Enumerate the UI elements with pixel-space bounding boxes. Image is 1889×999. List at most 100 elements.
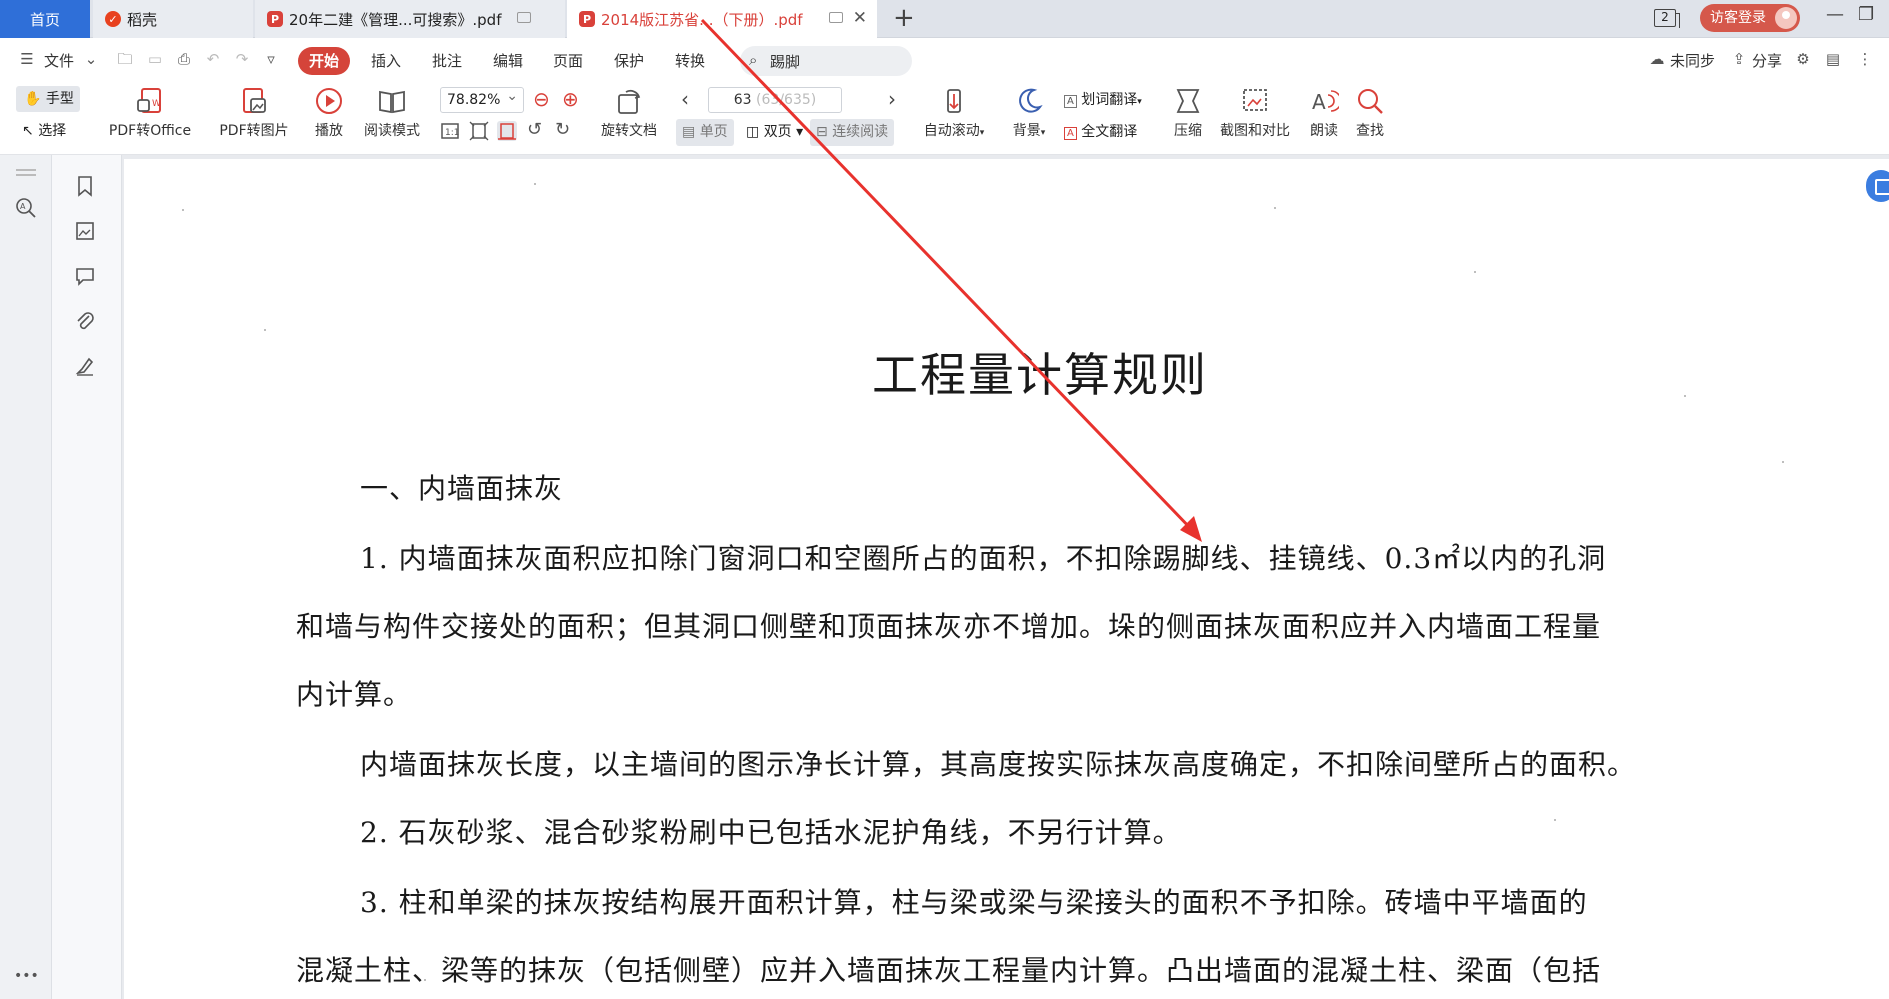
floating-assistant-button[interactable] [1866, 170, 1889, 202]
drag-handle[interactable] [16, 169, 36, 171]
word-translate-button[interactable]: A 划词翻译▾ [1064, 89, 1142, 109]
fit-page-icon[interactable] [469, 121, 489, 141]
search-document-icon[interactable]: A [15, 197, 37, 219]
svg-text:A: A [1312, 90, 1326, 114]
full-translate-icon: A [1064, 127, 1077, 140]
double-page-button[interactable]: ◫ 双页 ▾ [740, 119, 809, 146]
save-icon[interactable]: ▭ [146, 51, 164, 67]
play-label: 播放 [315, 123, 343, 139]
sync-status[interactable]: 未同步 [1670, 50, 1715, 71]
menu-protect[interactable]: 保护 [614, 50, 644, 71]
svg-text:1:1: 1:1 [445, 128, 459, 138]
doc-text-line: 内计算。 [296, 678, 413, 711]
hamburger-icon[interactable]: ☰ [18, 51, 36, 67]
pdf-to-office-button[interactable]: W PDF转Office [104, 86, 196, 140]
menu-file[interactable]: 文件 [44, 50, 74, 71]
auto-scroll-button[interactable]: 自动滚动▾ [918, 86, 990, 140]
read-mode-button[interactable]: 阅读模式 [360, 86, 424, 140]
auto-scroll-icon [947, 89, 961, 113]
play-button[interactable]: 播放 [309, 86, 349, 140]
screen-icon[interactable] [829, 12, 843, 23]
page-number-input[interactable]: 63 (63/635) [708, 87, 842, 113]
previous-page-icon[interactable]: ‹ [681, 87, 689, 111]
new-tab-plus-icon[interactable]: + [893, 4, 915, 32]
book-icon [379, 90, 405, 114]
select-label: 选择 [38, 123, 67, 139]
attachment-icon[interactable] [74, 310, 96, 332]
window-count-badge[interactable]: 2 [1654, 9, 1680, 28]
menu-convert[interactable]: 转换 [675, 50, 705, 71]
redo-icon[interactable]: ↷ [233, 51, 251, 67]
search-box[interactable]: ⌕ [740, 46, 912, 76]
page-current: 63 [733, 92, 752, 108]
chevron-down-icon[interactable]: ⌄ [82, 51, 100, 67]
open-folder-icon[interactable]: 🗀 [116, 51, 134, 67]
tab-pdf-document-1[interactable]: P 20年二建《管理...可搜索》.pdf [255, 0, 565, 38]
cloud-sync-icon[interactable]: ☁ [1648, 51, 1666, 67]
document-viewport[interactable]: 工程量计算规则 一、内墙面抹灰 1. 内墙面抹灰面积应扣除门窗洞口和空圈所占的面… [122, 155, 1889, 999]
background-label: 背景 [1012, 123, 1041, 139]
doc-text-line: 混凝土柱、梁等的抹灰（包括侧壁）应并入墙面抹灰工程量内计算。凸出墙面的混凝土柱、… [296, 954, 1602, 987]
tab-docer-label: 稻壳 [127, 10, 158, 29]
restore-icon[interactable]: ❐ [1858, 4, 1874, 25]
annotation-icon[interactable] [74, 265, 96, 287]
bookmark-icon[interactable] [74, 175, 96, 197]
zoom-out-icon[interactable]: ⊖ [533, 87, 550, 111]
continuous-reading-button[interactable]: ⊟ 连续阅读 [810, 119, 895, 146]
page-total: (63/635) [756, 92, 817, 108]
undo-icon[interactable]: ↶ [204, 51, 222, 67]
doc-text-line: 2. 石灰砂浆、混合砂浆粉刷中已包括水泥护角线，不另行计算。 [360, 816, 1182, 849]
background-button[interactable]: 背景▾ [1008, 86, 1050, 140]
actual-size-icon[interactable]: 1:1 [440, 121, 460, 141]
share-icon[interactable]: ⇪ [1730, 51, 1748, 67]
close-icon[interactable]: ✕ [853, 8, 867, 28]
find-button[interactable]: 查找 [1352, 86, 1388, 140]
pdf-to-office-label: PDF转Office [108, 123, 192, 139]
signature-icon[interactable] [74, 355, 96, 377]
read-aloud-icon: A [1312, 90, 1339, 114]
zoom-in-icon[interactable]: ⊕ [562, 87, 579, 111]
rotate-right-icon[interactable]: ↻ [555, 119, 570, 140]
tab-home[interactable]: 首页 [0, 0, 90, 38]
fit-width-icon[interactable] [497, 121, 517, 141]
read-aloud-button[interactable]: A 朗读 [1306, 86, 1342, 140]
single-page-label: 单页 [699, 124, 728, 140]
tab-home-label: 首页 [29, 10, 60, 29]
tab-docer[interactable]: ✓ 稻壳 [93, 0, 253, 38]
screen-icon[interactable] [517, 12, 531, 23]
menu-insert[interactable]: 插入 [371, 50, 401, 71]
settings-gear-icon[interactable]: ⚙ [1794, 51, 1812, 67]
more-vertical-icon[interactable]: ⋮ [1856, 51, 1874, 67]
menu-start[interactable]: 开始 [298, 47, 350, 75]
screenshot-compare-button[interactable]: 截图和对比 [1216, 86, 1294, 140]
guest-login-button[interactable]: 访客登录 [1700, 4, 1800, 32]
pdf-to-image-button[interactable]: PDF转图片 [216, 86, 292, 140]
tab-pdf2-label: 2014版江苏省...（下册）.pdf [601, 10, 803, 29]
next-page-icon[interactable]: › [888, 87, 896, 111]
thumbnail-icon[interactable] [74, 220, 96, 242]
guest-login-label: 访客登录 [1710, 10, 1766, 26]
comment-icon[interactable]: ▤ [1824, 51, 1842, 67]
compress-button[interactable]: 压缩 [1168, 86, 1208, 140]
left-panel-icons [52, 155, 122, 999]
minimize-icon[interactable]: — [1826, 4, 1844, 25]
single-page-button[interactable]: ▤ 单页 [676, 119, 734, 146]
svg-text:W: W [152, 99, 161, 109]
menu-annotate[interactable]: 批注 [432, 50, 462, 71]
more-options-icon[interactable]: ••• [14, 968, 39, 984]
hand-tool-button[interactable]: ✋ 手型 [16, 86, 80, 112]
menu-page[interactable]: 页面 [553, 50, 583, 71]
share-button[interactable]: 分享 [1752, 50, 1782, 71]
tab-pdf-document-2[interactable]: P 2014版江苏省...（下册）.pdf ✕ [567, 0, 877, 38]
rotate-left-icon[interactable]: ↺ [527, 119, 542, 140]
customize-chevron-icon[interactable]: ▿ [262, 51, 280, 67]
print-icon[interactable]: ⎙ [175, 51, 193, 67]
search-input[interactable] [770, 51, 900, 71]
full-translate-button[interactable]: A 全文翻译 [1064, 121, 1137, 141]
zoom-select[interactable]: 78.82% [440, 84, 524, 113]
rotate-document-button[interactable]: 旋转文档 [596, 86, 662, 140]
menu-edit[interactable]: 编辑 [493, 50, 523, 71]
select-tool-button[interactable]: ↖ 选择 [22, 120, 66, 140]
drag-handle[interactable] [16, 174, 36, 176]
hand-label: 手型 [45, 91, 74, 107]
